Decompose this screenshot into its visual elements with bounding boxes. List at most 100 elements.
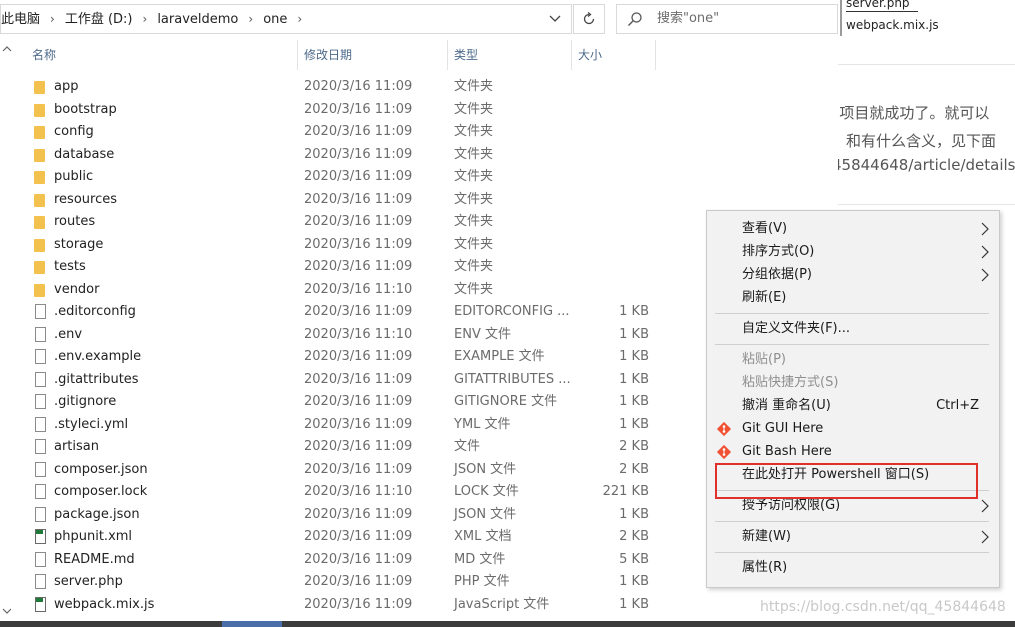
file-type: 文件夹 (454, 146, 494, 162)
file-type: 文件夹 (454, 169, 494, 184)
file-type: GITATTRIBUTES ... (454, 371, 571, 387)
refresh-icon (583, 12, 595, 25)
search-box[interactable]: 搜索"one" (616, 4, 838, 34)
file-type: 文件夹 (454, 124, 494, 139)
context-menu-item[interactable]: 分组依据(P) (707, 264, 999, 286)
breadcrumb-separator-icon[interactable]: › (291, 5, 308, 33)
context-menu-item[interactable]: Git GUI Here (707, 418, 999, 440)
file-size: 1 KB (619, 326, 649, 342)
scroll-down-arrow-icon[interactable] (2, 606, 12, 616)
context-menu-item-label: Git Bash Here (742, 444, 832, 459)
file-modified-date: 2020/3/16 11:09 (304, 551, 413, 567)
breadcrumb-separator-icon[interactable]: › (242, 5, 259, 33)
file-icon (33, 393, 49, 411)
file-icon (33, 303, 49, 321)
address-history-dropdown[interactable] (543, 5, 567, 33)
file-row[interactable]: database 2020/3/16 11:09 文件夹 (0, 144, 838, 167)
file-size: 1 KB (619, 349, 649, 364)
context-menu-item[interactable]: 排序方式(O) (707, 241, 999, 263)
column-header-size[interactable]: 大小 (572, 40, 656, 70)
file-name: routes (54, 214, 96, 229)
chevron-right-icon (981, 222, 989, 236)
breadcrumb-item-one[interactable]: one (259, 6, 291, 34)
file-size: 2 KB (619, 439, 649, 454)
search-icon (628, 12, 642, 26)
file-name: webpack.mix.js (54, 596, 155, 612)
chevron-right-icon (981, 268, 989, 282)
file-size: 1 KB (619, 506, 649, 522)
file-type: 文件夹 (454, 214, 494, 229)
file-type: ENV 文件 (454, 326, 511, 342)
file-name: phpunit.xml (54, 529, 133, 544)
breadcrumb-item-drive[interactable]: 工作盘 (D:) (61, 6, 137, 34)
refresh-button[interactable] (573, 4, 605, 34)
file-row[interactable]: public 2020/3/16 11:09 文件夹 (0, 166, 838, 189)
context-menu-item[interactable]: 粘贴(P) (707, 349, 999, 371)
file-icon (33, 483, 49, 501)
chevron-right-icon (981, 530, 989, 544)
file-modified-date: 2020/3/16 11:09 (304, 596, 413, 612)
column-header-date[interactable]: 修改日期 (298, 40, 448, 70)
file-modified-date: 2020/3/16 11:09 (304, 506, 413, 522)
menu-separator (715, 552, 989, 553)
file-name: .gitignore (54, 394, 117, 409)
background-file-name: server.php (846, 0, 910, 10)
breadcrumb-separator-icon[interactable]: › (137, 5, 154, 33)
file-type: JavaScript 文件 (454, 596, 550, 612)
breadcrumb-item-this-pc[interactable]: 此电脑 (1, 6, 44, 34)
file-type: LOCK 文件 (454, 484, 519, 499)
column-header-type[interactable]: 类型 (448, 40, 572, 70)
file-name: config (54, 124, 94, 139)
context-menu-item[interactable]: Git Bash Here (707, 441, 999, 463)
taskbar (0, 621, 1015, 627)
file-modified-date: 2020/3/16 11:09 (304, 529, 413, 544)
file-name: README.md (54, 551, 135, 567)
file-row[interactable]: resources 2020/3/16 11:09 文件夹 (0, 189, 838, 212)
file-row[interactable]: app 2020/3/16 11:09 文件夹 (0, 76, 838, 99)
background-file-underline (846, 11, 918, 12)
file-modified-date: 2020/3/16 11:10 (304, 326, 413, 342)
background-text-line: 和有什么含义，见下面 (846, 132, 997, 150)
file-modified-date: 2020/3/16 11:09 (304, 236, 413, 252)
context-menu-item-label: 粘贴快捷方式(S) (742, 375, 839, 390)
context-menu-item-label: 排序方式(O) (742, 244, 815, 259)
file-type: 文件夹 (454, 101, 494, 117)
context-menu-item[interactable]: 粘贴快捷方式(S) (707, 372, 999, 394)
file-name: bootstrap (54, 101, 117, 117)
background-divider (838, 204, 1015, 205)
file-row[interactable]: bootstrap 2020/3/16 11:09 文件夹 (0, 99, 838, 122)
file-modified-date: 2020/3/16 11:09 (304, 259, 413, 274)
file-modified-date: 2020/3/16 11:10 (304, 281, 413, 297)
file-modified-date: 2020/3/16 11:09 (304, 439, 413, 454)
column-header-name[interactable]: 名称 (32, 40, 298, 70)
file-icon (33, 551, 49, 569)
file-type: 文件夹 (454, 259, 494, 274)
background-code-gutter (840, 0, 842, 36)
context-menu-shortcut: Ctrl+Z (936, 398, 979, 413)
address-bar[interactable]: 此电脑 › 工作盘 (D:) › laraveldemo › one › (0, 4, 572, 34)
context-menu-item[interactable]: 新建(W) (707, 526, 999, 548)
context-menu-item[interactable]: 查看(V) (707, 218, 999, 240)
file-name: .styleci.yml (54, 416, 129, 432)
menu-separator (715, 521, 989, 522)
file-row[interactable]: config 2020/3/16 11:09 文件夹 (0, 121, 838, 144)
context-menu-item[interactable]: 属性(R) (707, 557, 999, 579)
breadcrumb-item-laraveldemo[interactable]: laraveldemo (153, 6, 242, 34)
chevron-down-icon (549, 15, 561, 22)
file-row[interactable]: webpack.mix.js 2020/3/16 11:09 JavaScript … (0, 594, 838, 617)
file-modified-date: 2020/3/16 11:09 (304, 124, 413, 139)
folder-icon (33, 78, 49, 96)
context-menu-item[interactable]: 自定义文件夹(F)... (707, 318, 999, 340)
file-type: MD 文件 (454, 551, 506, 567)
context-menu-item[interactable]: 撤消 重命名(U) Ctrl+Z (707, 395, 999, 417)
breadcrumb-separator-icon[interactable]: › (44, 5, 61, 33)
file-type: JSON 文件 (454, 461, 517, 477)
taskbar-active-item[interactable] (222, 621, 282, 627)
file-modified-date: 2020/3/16 11:09 (304, 79, 413, 94)
folder-icon (33, 281, 49, 299)
file-modified-date: 2020/3/16 11:10 (304, 484, 413, 499)
context-menu-item[interactable]: 刷新(E) (707, 287, 999, 309)
file-name: artisan (54, 439, 99, 454)
search-input[interactable]: 搜索"one" (657, 5, 719, 33)
folder-icon (33, 146, 49, 164)
